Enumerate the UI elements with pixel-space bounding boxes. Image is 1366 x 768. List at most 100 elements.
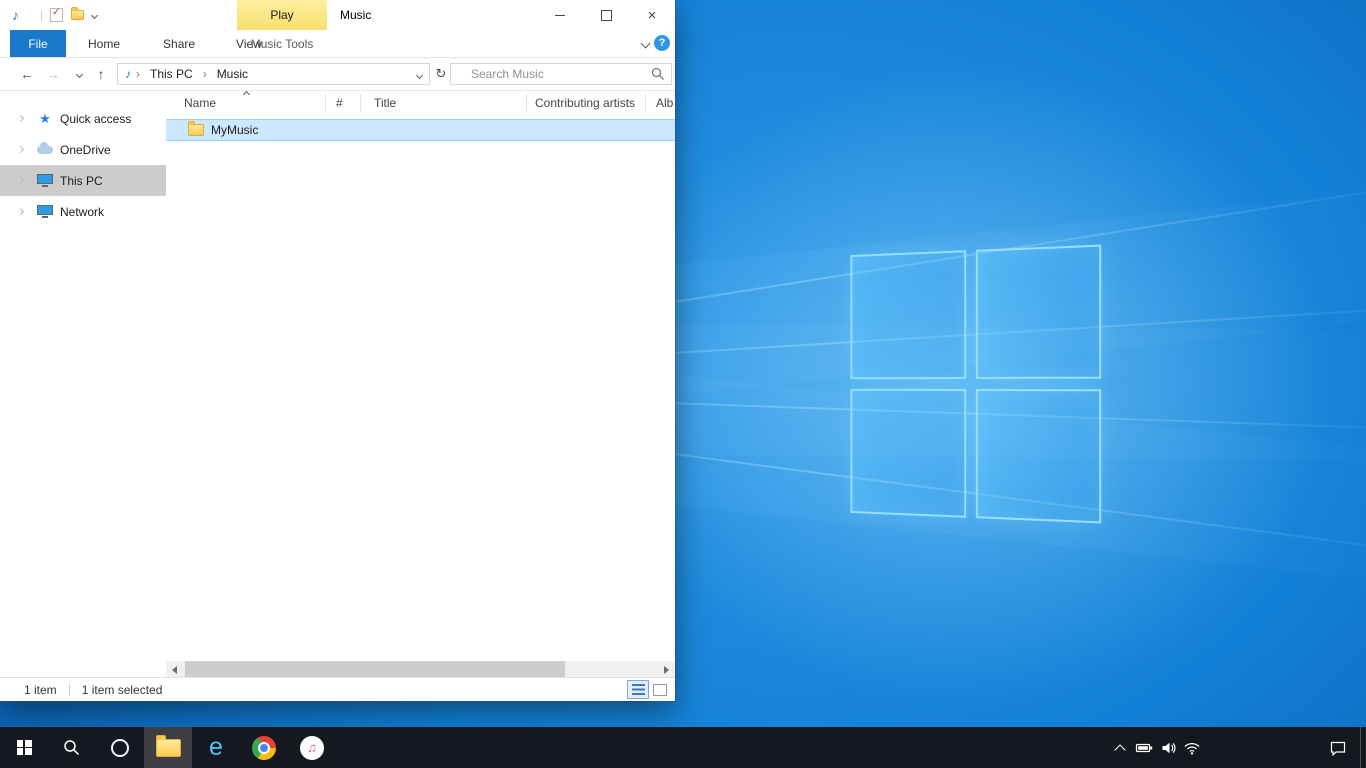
chevron-down-icon — [75, 70, 82, 77]
expand-chevron-icon[interactable] — [17, 146, 24, 153]
expand-chevron-icon[interactable] — [17, 208, 24, 215]
tab-share[interactable]: Share — [148, 30, 210, 57]
details-view-icon — [632, 684, 645, 695]
show-desktop-button[interactable] — [1360, 727, 1366, 768]
back-icon: ← — [20, 66, 34, 82]
search-icon[interactable] — [651, 67, 665, 81]
qat-new-folder-button[interactable] — [71, 0, 84, 30]
show-hidden-icons-button[interactable] — [1108, 727, 1132, 768]
onedrive-cloud-icon — [37, 146, 53, 154]
contextual-tab-play[interactable]: Play — [237, 0, 327, 30]
windows-logo-pane — [976, 389, 1101, 523]
expand-ribbon-chevron-icon[interactable] — [641, 39, 651, 49]
taskbar-itunes-button[interactable]: ♫ — [288, 727, 336, 768]
close-icon: × — [648, 7, 657, 24]
network-indicator[interactable] — [1180, 727, 1204, 768]
folder-icon — [188, 124, 204, 136]
chevron-down-icon — [416, 72, 423, 79]
up-button[interactable]: ↑ — [90, 58, 112, 90]
forward-button[interactable]: → — [42, 58, 64, 90]
tab-file[interactable]: File — [10, 30, 66, 57]
selection-count: 1 item selected — [82, 683, 163, 697]
recent-locations-button[interactable] — [72, 58, 86, 90]
address-bar[interactable]: ♪ › This PC › Music — [117, 63, 430, 85]
sidebar-item-network[interactable]: Network — [0, 196, 166, 227]
file-list-pane: Name # Title Contributing artists Alb My… — [166, 90, 675, 678]
back-button[interactable]: ← — [16, 58, 38, 90]
taskbar-chrome-button[interactable] — [240, 727, 288, 768]
minimize-icon — [555, 15, 565, 16]
large-icons-view-button[interactable] — [649, 680, 671, 699]
column-header-title[interactable]: Title — [361, 94, 527, 111]
address-dropdown-button[interactable] — [410, 67, 429, 81]
file-row-mymusic[interactable]: MyMusic — [166, 119, 675, 141]
item-count: 1 item — [24, 683, 57, 697]
scroll-right-icon[interactable] — [664, 666, 669, 674]
battery-indicator[interactable] — [1132, 727, 1156, 768]
windows-start-icon — [17, 740, 32, 755]
expand-chevron-icon[interactable] — [17, 177, 24, 184]
chevron-down-icon — [91, 11, 98, 18]
title-bar: ♪ | ✓ Play Music × — [0, 0, 675, 30]
maximize-button[interactable] — [583, 0, 629, 30]
scrollbar-thumb[interactable] — [185, 661, 565, 678]
action-center-icon — [1329, 740, 1347, 756]
cortana-icon — [111, 739, 129, 757]
search-icon — [63, 739, 81, 757]
expand-chevron-icon[interactable] — [17, 115, 24, 122]
tab-music-tools[interactable]: Music Tools — [237, 30, 327, 57]
start-button[interactable] — [0, 727, 48, 768]
taskbar-file-explorer-button[interactable] — [144, 727, 192, 768]
qat-properties-button[interactable]: ✓ — [50, 0, 63, 30]
up-icon: ↑ — [98, 66, 105, 82]
refresh-button[interactable]: ↻ — [432, 58, 450, 90]
windows-logo-pane — [851, 389, 967, 518]
tab-home[interactable]: Home — [73, 30, 135, 57]
search-input[interactable] — [469, 66, 651, 82]
action-center-button[interactable] — [1316, 727, 1360, 768]
navigation-pane: ★ Quick access OneDrive This PC Network — [0, 90, 166, 678]
cortana-button[interactable] — [96, 727, 144, 768]
volume-indicator[interactable] — [1156, 727, 1180, 768]
taskbar-search-button[interactable] — [48, 727, 96, 768]
sidebar-item-this-pc[interactable]: This PC — [0, 165, 166, 196]
chevron-up-icon — [1114, 744, 1125, 755]
chrome-icon — [252, 736, 276, 760]
internet-explorer-icon: e — [209, 735, 223, 760]
close-button[interactable]: × — [629, 0, 675, 30]
details-view-button[interactable] — [627, 680, 649, 699]
sidebar-item-onedrive[interactable]: OneDrive — [0, 134, 166, 165]
taskbar-internet-explorer-button[interactable]: e — [192, 727, 240, 768]
breadcrumb-music[interactable]: Music — [212, 67, 253, 81]
qat-customize-button[interactable] — [92, 0, 97, 30]
breadcrumb-separator: › — [198, 67, 212, 81]
column-header-number[interactable]: # — [326, 94, 361, 111]
itunes-icon: ♫ — [300, 736, 324, 760]
properties-icon: ✓ — [50, 8, 63, 22]
windows-logo — [851, 245, 1102, 524]
column-header-album[interactable]: Alb — [646, 94, 675, 111]
status-bar: 1 item 1 item selected — [0, 677, 675, 701]
navigation-bar: ← → ↑ ♪ › This PC › Music ↻ — [0, 58, 675, 91]
windows-logo-pane — [851, 250, 967, 379]
file-explorer-icon — [156, 739, 181, 757]
wifi-icon — [1183, 740, 1201, 756]
help-button[interactable]: ? — [654, 35, 670, 51]
sidebar-item-label: Network — [60, 205, 104, 219]
file-explorer-window: ♪ | ✓ Play Music × File Home Share View … — [0, 0, 675, 701]
quick-access-star-icon: ★ — [39, 111, 51, 127]
sidebar-item-label: This PC — [60, 174, 103, 188]
maximize-icon — [601, 10, 612, 21]
ribbon-tabs: File Home Share View Music Tools ? — [0, 30, 675, 58]
horizontal-scrollbar[interactable] — [166, 661, 675, 678]
divider — [69, 683, 70, 696]
column-header-contributing-artists[interactable]: Contributing artists — [527, 94, 646, 111]
speaker-icon — [1160, 740, 1176, 756]
minimize-button[interactable] — [537, 0, 583, 30]
window-title: Music — [340, 0, 371, 30]
scroll-left-icon[interactable] — [172, 666, 177, 674]
separator: | — [40, 8, 43, 22]
sidebar-item-quick-access[interactable]: ★ Quick access — [0, 103, 166, 134]
breadcrumb-this-pc[interactable]: This PC — [145, 67, 198, 81]
sidebar-item-label: OneDrive — [60, 143, 111, 157]
